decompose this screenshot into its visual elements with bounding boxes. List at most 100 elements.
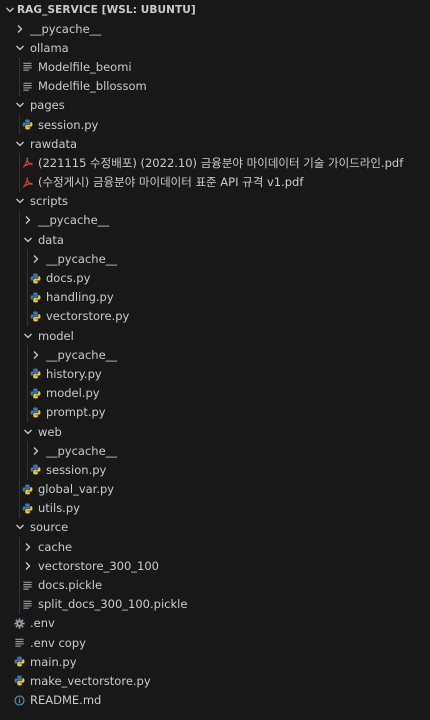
folder-data-pycache[interactable]: __pycache__ [0,249,430,269]
text-file-icon [22,577,36,593]
chevron-right-icon[interactable] [20,539,36,555]
tree-item-label: Modelfile_bllossom [38,79,147,94]
chevron-right-icon[interactable] [12,21,28,37]
indent-guide [27,249,28,269]
folder-web-pycache[interactable]: __pycache__ [0,441,430,461]
tree-item-label: session.py [38,117,99,132]
tree-item-label: model [38,328,74,343]
file-modelfile-bllossom[interactable]: Modelfile_bllossom [0,76,430,96]
folder-vectorstore-300-100[interactable]: vectorstore_300_100 [0,556,430,576]
folder-scripts-pycache[interactable]: __pycache__ [0,210,430,231]
tree-item-label: ollama [30,40,69,55]
file-prompt-py[interactable]: prompt.py [0,402,430,422]
tree-item-label: prompt.py [46,405,106,420]
chevron-right-icon[interactable] [20,212,36,228]
tree-item-label: __pycache__ [46,347,118,362]
chevron-down-icon[interactable] [20,328,36,344]
tree-item-label: __pycache__ [46,251,118,266]
python-file-icon [30,289,44,305]
tree-item-label: session.py [46,462,107,477]
chevron-down-icon[interactable] [12,193,28,209]
chevron-down-icon[interactable] [20,232,36,248]
folder-scripts[interactable]: scripts [0,192,430,211]
folder-scripts-web[interactable]: web [0,421,430,442]
text-file-icon [22,596,36,612]
indent-guide [19,460,20,480]
chevron-down-icon[interactable] [20,424,36,440]
file-docs-pickle[interactable]: docs.pickle [0,575,430,595]
file-main-py[interactable]: main.py [0,652,430,671]
tree-item-label: main.py [30,654,77,669]
tree-item-label: docs.pickle [38,578,103,593]
tree-item-label: make_vectorstore.py [30,673,151,688]
indent-guide [27,345,28,365]
tree-item-label: handling.py [46,290,114,305]
python-file-icon [30,404,44,420]
file-env[interactable]: .env [0,614,430,633]
chevron-right-icon[interactable] [28,347,44,363]
pdf-file-icon [22,155,36,171]
folder-rawdata[interactable]: rawdata [0,134,430,153]
tree-item-label: (수정게시) 금융분야 마이데이터 표준 API 규격 v1.pdf [38,175,304,190]
file-env-copy[interactable]: .env copy [0,633,430,652]
indent-guide [19,498,20,518]
folder-scripts-data[interactable]: data [0,230,430,250]
indent-guide [19,326,20,346]
tree-item-label: cache [38,539,73,554]
file-handling-py[interactable]: handling.py [0,287,430,307]
tree-item-label: web [38,424,62,439]
indent-guide [27,383,28,403]
file-pages-session-py[interactable]: session.py [0,114,430,135]
indent-guide [19,594,20,614]
tree-item-label: data [38,232,64,247]
file-pdf-guideline[interactable]: (221115 수정배포) (2022.10) 금융분야 마이데이터 기술 가이… [0,153,430,173]
file-history-py[interactable]: history.py [0,364,430,384]
file-tree: __pycache__ ollama Modelfile_beomi Modelfil… [0,19,430,710]
file-model-py[interactable]: model.py [0,383,430,403]
file-docs-py[interactable]: docs.py [0,268,430,288]
python-file-icon [30,385,44,401]
file-vectorstore-py[interactable]: vectorstore.py [0,306,430,326]
chevron-down-icon[interactable] [12,519,28,535]
folder-pages[interactable]: pages [0,96,430,115]
tree-item-label: Modelfile_beomi [38,59,132,74]
chevron-down-icon[interactable] [12,136,28,152]
folder-ollama[interactable]: ollama [0,38,430,57]
indent-guide [19,268,20,288]
chevron-down-icon[interactable] [3,2,17,18]
chevron-down-icon[interactable] [12,40,28,56]
chevron-right-icon[interactable] [20,558,36,574]
indent-guide [19,383,20,403]
indent-guide [19,556,20,576]
file-modelfile-beomi[interactable]: Modelfile_beomi [0,57,430,77]
folder-pycache-root[interactable]: __pycache__ [0,19,430,38]
explorer-header[interactable]: RAG_SERVICE [WSL: UBUNTU] [0,0,430,19]
chevron-right-icon[interactable] [28,251,44,267]
file-pdf-api-spec[interactable]: (수정게시) 금융분야 마이데이터 표준 API 규격 v1.pdf [0,172,430,192]
tree-item-label: docs.py [46,271,91,286]
folder-cache[interactable]: cache [0,537,430,557]
indent-guide [19,402,20,422]
folder-model-pycache[interactable]: __pycache__ [0,345,430,365]
tree-item-label: source [30,520,69,535]
indent-guide [19,345,20,365]
chevron-right-icon[interactable] [28,443,44,459]
folder-source[interactable]: source [0,518,430,537]
tree-item-label: __pycache__ [30,21,102,36]
tree-item-label: vectorstore.py [46,309,130,324]
file-global-var-py[interactable]: global_var.py [0,479,430,499]
python-file-icon [22,500,36,516]
chevron-down-icon[interactable] [12,97,28,113]
file-make-vectorstore-py[interactable]: make_vectorstore.py [0,671,430,690]
file-utils-py[interactable]: utils.py [0,498,430,518]
indent-guide [19,364,20,384]
python-file-icon [30,462,44,478]
indent-guide [19,306,20,326]
file-web-session-py[interactable]: session.py [0,460,430,480]
indent-guide [19,76,20,96]
folder-scripts-model[interactable]: model [0,326,430,346]
file-split-docs-pickle[interactable]: split_docs_300_100.pickle [0,594,430,614]
python-file-icon [22,481,36,497]
file-readme-md[interactable]: README.md [0,691,430,710]
python-file-icon [22,117,36,133]
